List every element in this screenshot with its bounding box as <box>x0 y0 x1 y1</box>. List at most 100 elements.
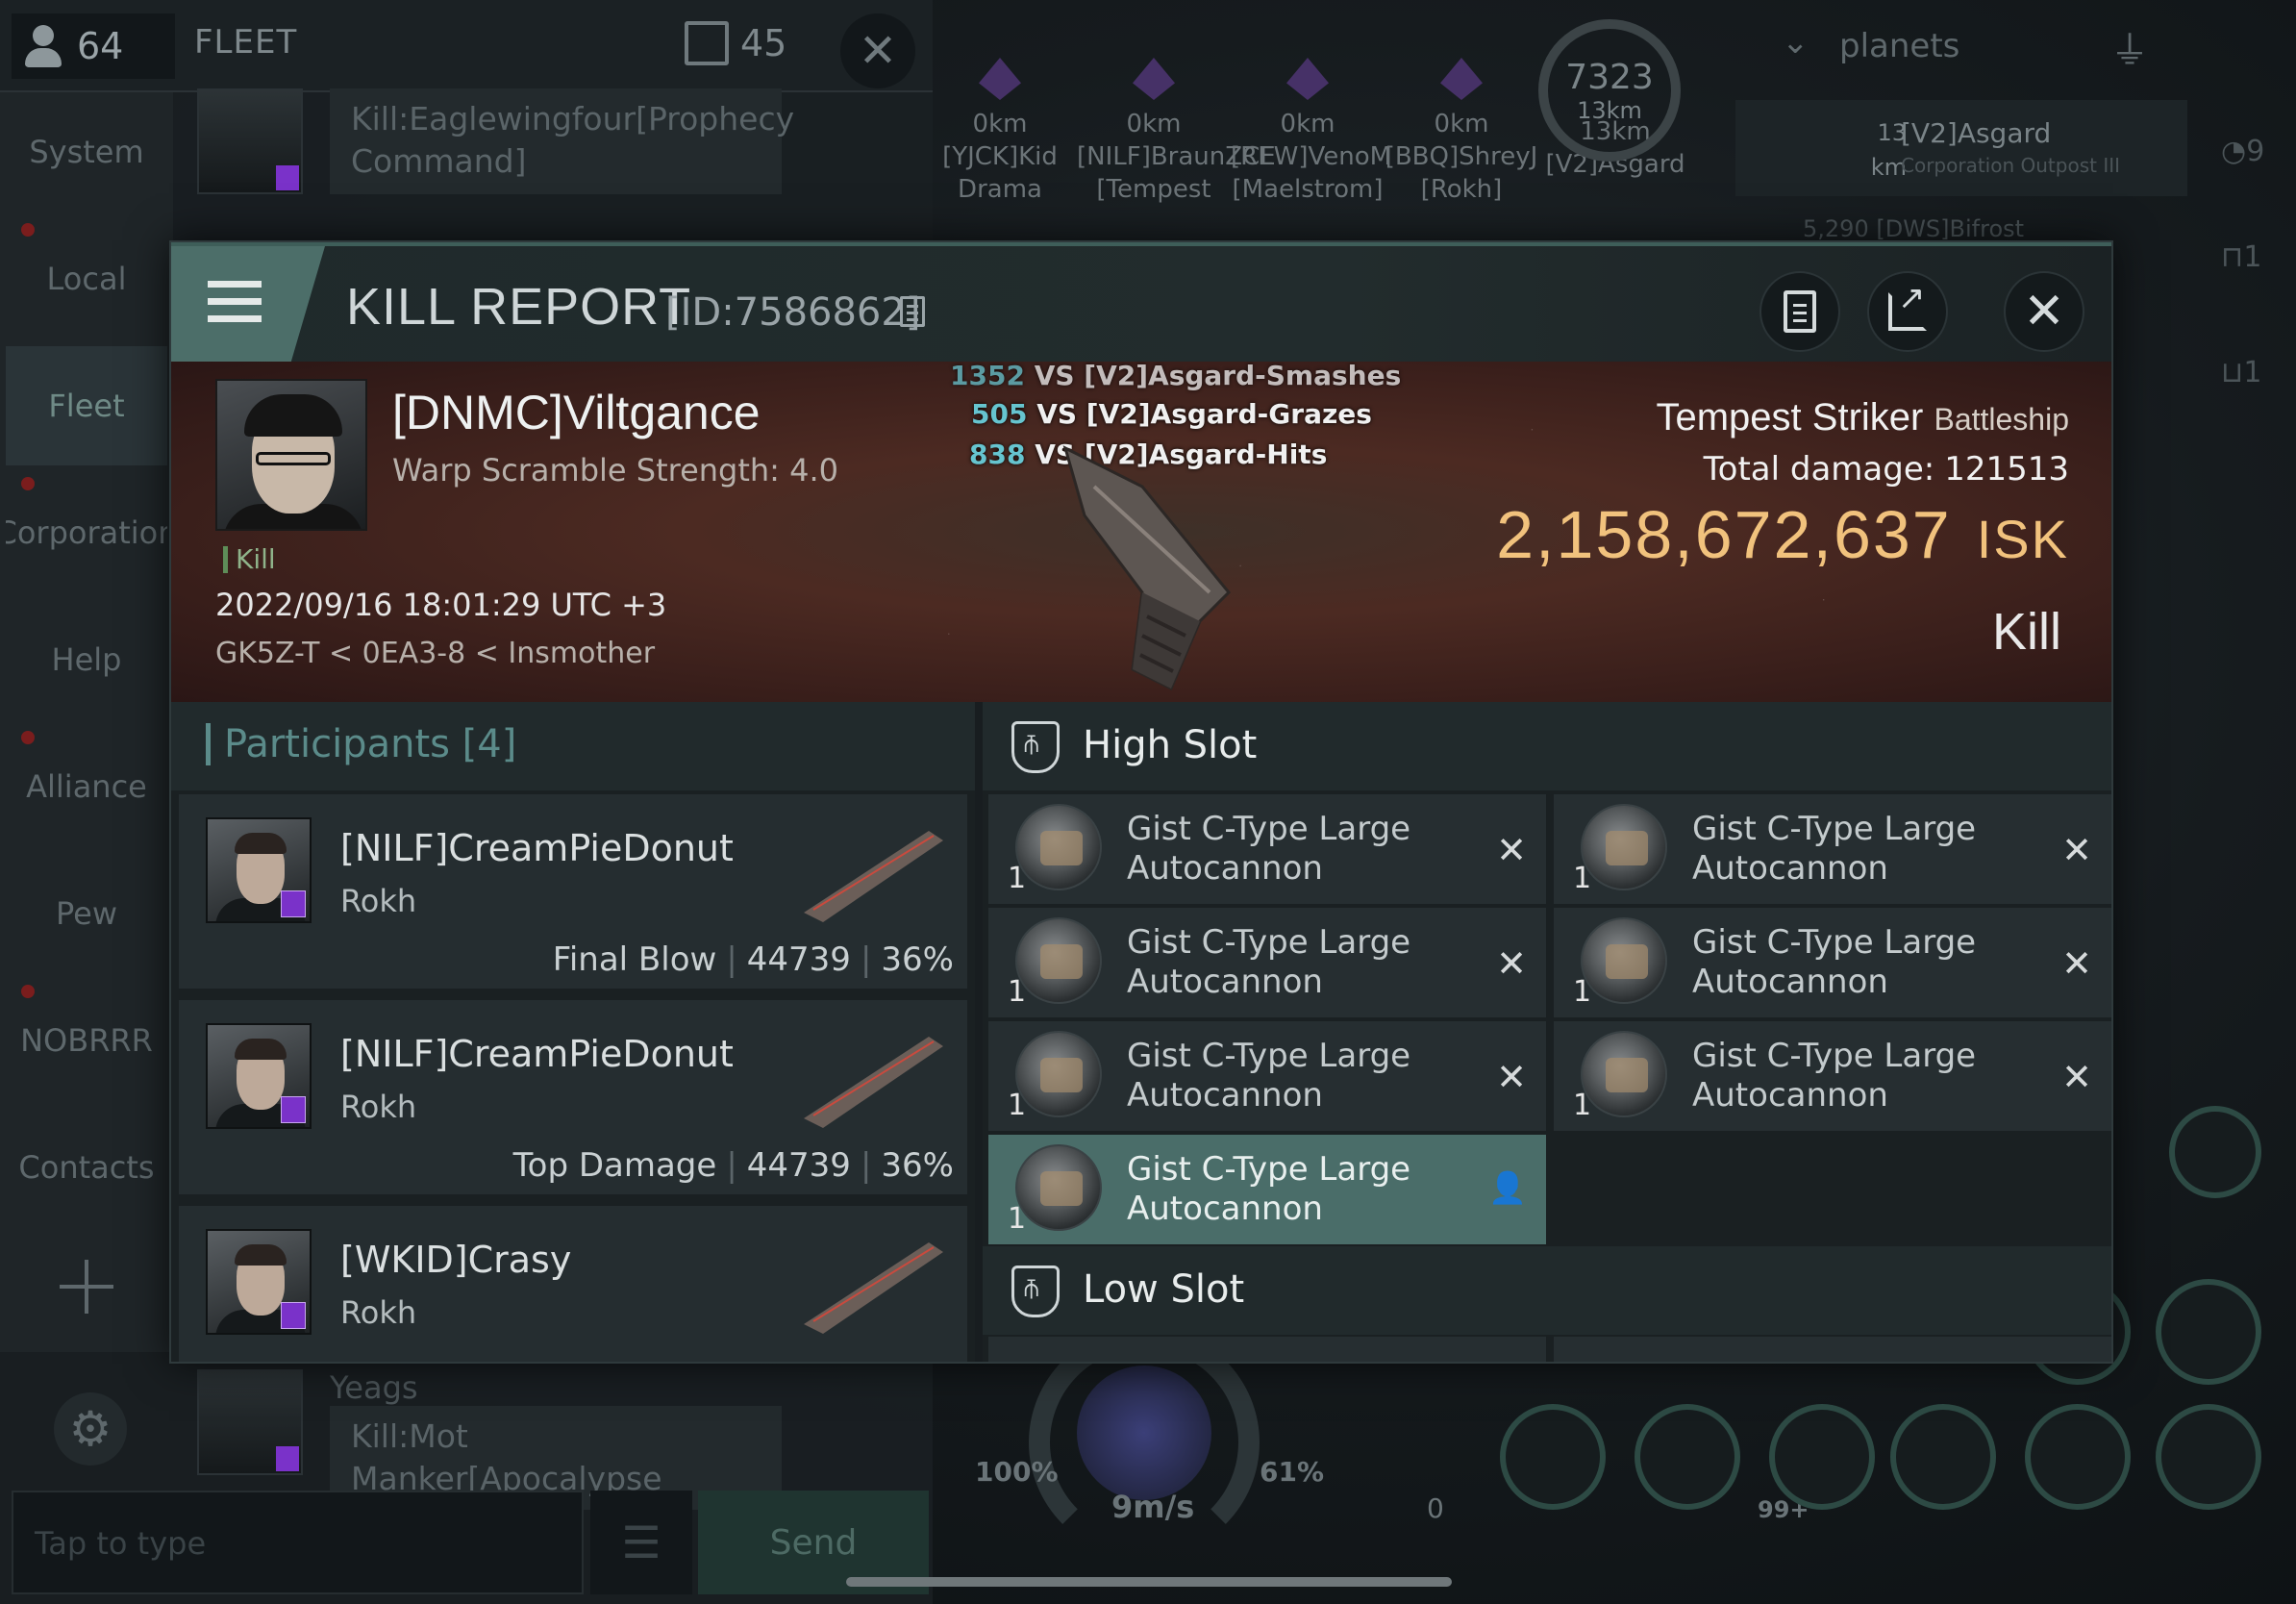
overview-distance-unit: km <box>1870 154 1907 181</box>
member-count[interactable]: 64 <box>12 13 175 79</box>
gear-icon[interactable]: ⚙ <box>54 1392 127 1466</box>
close-button[interactable]: ✕ <box>2004 271 2084 352</box>
avatar[interactable] <box>197 1369 303 1475</box>
autocannon-icon <box>1581 1031 1667 1117</box>
tab-corporation[interactable]: Corporation <box>6 473 167 592</box>
tab-nobrrr[interactable]: NOBRRR <box>6 981 167 1100</box>
avatar[interactable] <box>206 1023 312 1129</box>
kill-location[interactable]: GK5Z-T < 0EA3-8 < Insmother <box>215 637 655 670</box>
module-slot[interactable] <box>1635 1404 1740 1510</box>
tab-local[interactable]: Local <box>6 219 167 338</box>
module-item[interactable]: 1 Gist C-Type Large Autocannon ✕ <box>1554 908 2111 1017</box>
module-slot[interactable] <box>1500 1404 1606 1510</box>
participant-row[interactable]: [WKID]Crasy Rokh <box>179 1206 967 1362</box>
victim-banner: [DNMC]Viltgance Warp Scramble Strength: … <box>171 362 2111 702</box>
filter-icon[interactable]: ⏚ <box>2110 19 2149 75</box>
radar-icon[interactable]: ◔9 <box>2221 135 2269 183</box>
swap-icon[interactable] <box>2169 1106 2261 1198</box>
chevron-down-icon[interactable]: ⌄ <box>1782 23 1809 62</box>
chat-input[interactable]: Tap to type <box>12 1491 584 1594</box>
module-item[interactable]: 1 Gist C-Type Large Autocannon ✕ <box>988 1021 1546 1131</box>
participant-row[interactable]: [NILF]CreamPieDonut Rokh Final Blow | 4473… <box>179 794 967 992</box>
dropped-person-icon: 👤 <box>1488 1169 1527 1206</box>
target-item[interactable]: 0km [REW]VenoM [Maelstrom] <box>1231 58 1391 206</box>
participant-stats: Final Blow | 44739 | 36% <box>552 940 954 979</box>
tab-alliance[interactable]: Alliance <box>6 727 167 846</box>
overview-row[interactable]: 13 km [V2]Asgard Corporation Outpost III <box>1735 100 2187 196</box>
module-item[interactable]: 1 Gist C-Type Large Autocannon ✕ <box>988 908 1546 1017</box>
result-label: Kill <box>1991 603 2061 661</box>
target-item[interactable]: 0km [BBQ]ShreyJ [Rokh] <box>1385 58 1538 206</box>
module-item[interactable] <box>988 1337 1546 1362</box>
share-icon <box>1888 279 1927 331</box>
menu-icon[interactable]: ☰ <box>590 1491 692 1594</box>
victim-name[interactable]: [DNMC]Viltgance <box>392 385 761 440</box>
autocannon-icon <box>1581 917 1667 1004</box>
avatar[interactable] <box>206 817 312 923</box>
damage-line: 1352 VS [V2]Asgard-Smashes <box>950 362 1402 391</box>
ship-class: Battleship <box>1934 402 2069 437</box>
chat-message[interactable]: Kill:Eaglewingfour[Prophecy Command] <box>197 88 794 194</box>
add-channel-button[interactable] <box>60 1260 113 1314</box>
target-item[interactable]: 0km [NILF]BraunZCE [Tempest <box>1077 58 1276 206</box>
module-slot[interactable] <box>2156 1404 2261 1510</box>
overview-filter-label[interactable]: planets <box>1839 27 1959 65</box>
drone-icon[interactable]: ⊔1 <box>2221 356 2269 404</box>
share-button[interactable] <box>1867 271 1948 352</box>
menu-icon[interactable] <box>171 246 325 362</box>
low-slot-header: Low Slot <box>983 1246 2111 1335</box>
ship-render-icon <box>1062 445 1232 691</box>
module-item[interactable]: 1 Gist C-Type Large Autocannon ✕ <box>1554 1021 2111 1131</box>
avatar[interactable] <box>206 1229 312 1335</box>
target-distance: 0km <box>1280 110 1335 138</box>
target-icon <box>1286 58 1329 100</box>
unread-count[interactable]: 45 <box>685 21 786 65</box>
module-slot[interactable] <box>2156 1279 2261 1385</box>
kill-tag: Kill <box>223 546 276 573</box>
participants-panel: Participants [4] [NILF]CreamPieDonut Rok… <box>171 702 975 1362</box>
module-name: Gist C-Type Large Autocannon <box>1127 810 1411 888</box>
module-slot[interactable] <box>1890 1404 1996 1510</box>
home-indicator[interactable] <box>846 1577 1452 1587</box>
tab-pew[interactable]: Pew <box>6 854 167 973</box>
participant-row[interactable]: [NILF]CreamPieDonut Rokh Top Damage | 4473… <box>179 1000 967 1198</box>
kill-report-dialog: KILL REPORT [ID:7586862] ✕ [DNMC]Viltgan… <box>169 240 2113 1364</box>
tab-help[interactable]: Help <box>6 600 167 719</box>
chat-message[interactable]: Yeags Kill:Mot Manker[Apocalypse <box>197 1369 793 1510</box>
overview-name: [V2]Asgard <box>1901 117 2052 149</box>
module-quantity: 1 <box>1008 1202 1027 1236</box>
module-quantity: 1 <box>1008 1089 1027 1122</box>
high-slot-header: High Slot <box>983 702 2111 790</box>
copy-id-icon[interactable] <box>900 296 925 327</box>
destroyed-icon: ✕ <box>2061 942 2092 985</box>
participant-name: [WKID]Crasy <box>340 1239 572 1281</box>
chat-close-button[interactable]: ✕ <box>840 13 915 88</box>
tab-system[interactable]: System <box>6 92 167 212</box>
autocannon-icon <box>1581 804 1667 890</box>
capacitor-core[interactable] <box>1077 1366 1211 1500</box>
module-slot[interactable] <box>2025 1404 2131 1510</box>
clipboard-button[interactable] <box>1759 271 1840 352</box>
module-item[interactable] <box>1554 1337 2111 1362</box>
rokh-ship-icon <box>804 831 943 922</box>
participant-name: [NILF]CreamPieDonut <box>340 1033 734 1075</box>
victim-avatar[interactable] <box>215 379 367 531</box>
ship-name[interactable]: Tempest Striker Battleship <box>1656 396 2069 439</box>
low-slot-icon <box>1011 1266 1060 1317</box>
module-item[interactable]: 1 Gist C-Type Large Autocannon ✕ <box>988 794 1546 904</box>
module-slot[interactable] <box>1769 1404 1875 1510</box>
tab-fleet[interactable]: Fleet <box>6 346 167 465</box>
module-quantity: 1 <box>1008 975 1027 1009</box>
tab-contacts[interactable]: Contacts <box>6 1108 167 1227</box>
avatar[interactable] <box>197 88 303 194</box>
overview-row[interactable]: 5,290 [DWS]Bifrost <box>1803 215 2024 242</box>
drone-icon[interactable]: ⊓1 <box>2221 240 2269 288</box>
target-item[interactable]: 0km [YJCK]Kid Drama <box>923 58 1077 206</box>
module-item[interactable]: 1 Gist C-Type Large Autocannon ✕ <box>1554 794 2111 904</box>
overview-distance: 13 <box>1877 119 1907 146</box>
armor-percent: 61% <box>1260 1456 1325 1488</box>
module-name: Gist C-Type Large Autocannon <box>1127 1037 1411 1115</box>
participant-ship: Rokh <box>340 1294 417 1331</box>
module-item-dropped[interactable]: 1 Gist C-Type Large Autocannon 👤 <box>988 1135 1546 1244</box>
chat-channel-title: FLEET <box>194 23 298 62</box>
